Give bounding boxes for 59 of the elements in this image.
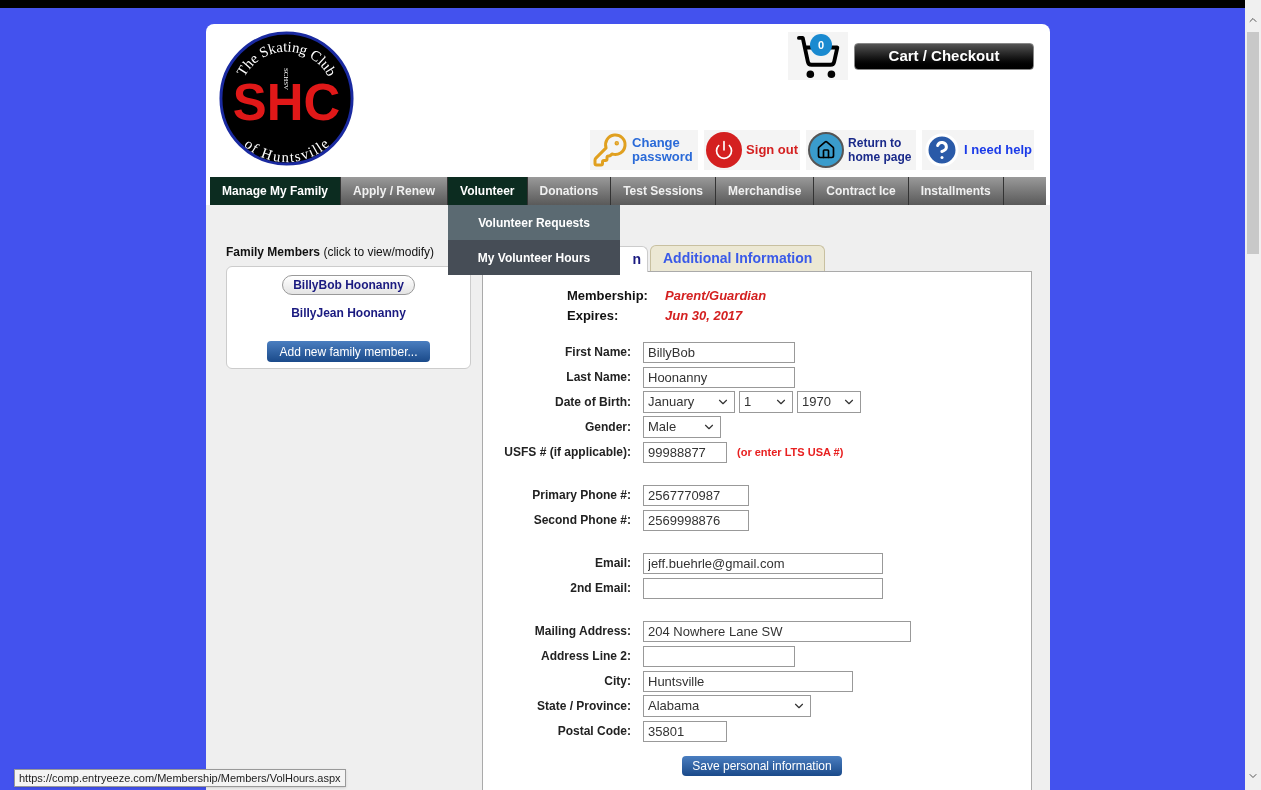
form-tab[interactable]: Additional Information	[650, 245, 826, 271]
select-field[interactable]: 1970	[797, 391, 861, 413]
field-label: First Name:	[563, 344, 631, 361]
input-field[interactable]	[643, 577, 883, 599]
header-link[interactable]: Return to home page	[806, 130, 917, 170]
membership-label: Expires:	[567, 306, 620, 325]
cart-icon[interactable]: 0	[788, 32, 848, 80]
header-link[interactable]: Change password	[590, 130, 699, 170]
dropdown-item[interactable]: Volunteer Requests	[448, 205, 621, 240]
header-link[interactable]: I need help	[922, 130, 1034, 170]
dropdown-item[interactable]: My Volunteer Hours	[448, 240, 621, 275]
field-note: (or enter LTS USA #)	[737, 444, 844, 460]
save-button[interactable]: Save personal information	[682, 756, 842, 776]
input-field[interactable]: Huntsville	[643, 670, 853, 692]
select-field[interactable]: 1	[739, 391, 793, 413]
input-field[interactable]: BillyBob	[643, 341, 795, 363]
cart-count-badge: 0	[810, 34, 832, 56]
field-label: Date of Birth:	[554, 394, 631, 411]
nav-tab[interactable]: Volunteer	[448, 177, 528, 205]
membership-value: Parent/Guardian	[665, 287, 768, 305]
input-field[interactable]: 204 Nowhere Lane SW	[643, 620, 911, 642]
add-family-member-button[interactable]: Add new family member...	[267, 341, 430, 362]
select-field[interactable]: Alabama	[643, 695, 811, 717]
input-field[interactable]	[643, 645, 795, 667]
input-field[interactable]: 2569998876	[643, 509, 749, 531]
family-member-link[interactable]: BillyBob Hoonanny	[282, 275, 415, 295]
field-label: Second Phone #:	[532, 512, 631, 529]
header-link[interactable]: Sign out	[704, 130, 801, 170]
field-label: Primary Phone #:	[531, 487, 631, 504]
nav-tab[interactable]: Donations	[527, 177, 612, 205]
field-label: Email:	[594, 555, 631, 572]
field-label: City:	[603, 673, 631, 690]
field-label: Gender:	[584, 419, 631, 436]
membership-label: Membership:	[567, 287, 649, 305]
input-field[interactable]: Hoonanny	[643, 366, 795, 388]
membership-value: Jun 30, 2017	[665, 306, 744, 325]
power-icon	[706, 132, 743, 168]
input-field[interactable]: 35801	[643, 720, 727, 742]
nav-tab[interactable]: Manage My Family	[210, 177, 342, 205]
select-field[interactable]: Male	[643, 416, 721, 438]
scrollbar[interactable]	[1245, 0, 1261, 790]
checkout-button[interactable]: Cart / Checkout	[854, 42, 1034, 70]
key-icon	[592, 132, 629, 168]
input-field[interactable]: 2567770987	[643, 484, 749, 506]
family-member-link[interactable]: BillyJean Hoonanny	[281, 303, 416, 323]
field-label: Last Name:	[565, 369, 631, 386]
field-label: Mailing Address:	[533, 623, 631, 640]
select-field[interactable]: January	[643, 391, 735, 413]
home-icon	[808, 132, 845, 168]
field-label: Address Line 2:	[539, 648, 631, 665]
input-field[interactable]: jeff.buehrle@gmail.com	[643, 552, 883, 574]
field-label: 2nd Email:	[569, 580, 631, 597]
field-label: State / Province:	[535, 698, 631, 715]
field-label: Postal Code:	[556, 723, 631, 740]
input-field[interactable]: 99988877	[643, 441, 727, 463]
family-members-heading: Family Members (click to view/modify)	[226, 244, 436, 261]
field-label: USFS # (if applicable):	[503, 444, 631, 461]
scrollbar-thumb[interactable]	[1247, 32, 1259, 254]
help-icon	[924, 132, 961, 168]
